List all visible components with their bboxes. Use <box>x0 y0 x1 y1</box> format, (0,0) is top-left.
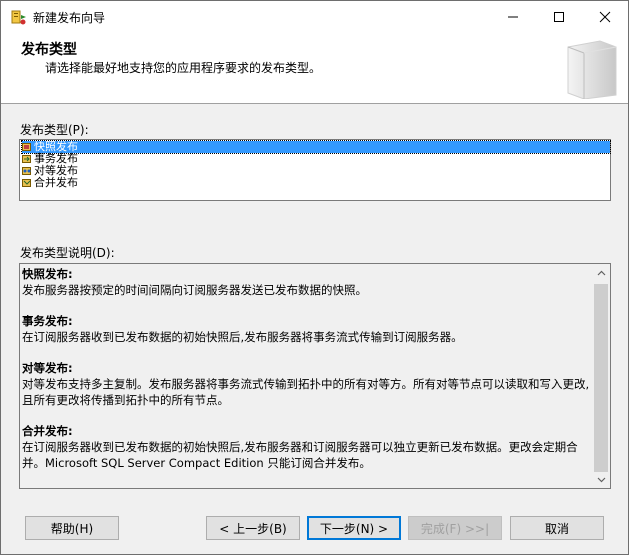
page-description: 请选择能最好地支持您的应用程序要求的发布类型。 <box>45 61 322 75</box>
list-item-peer-to-peer-publication[interactable]: 对等发布 <box>22 165 610 177</box>
publication-type-description-label: 发布类型说明(D): <box>20 246 115 260</box>
description-section-transactional: 事务发布: 在订阅服务器收到已发布数据的初始快照后,发布服务器将事务流式传输到订… <box>22 313 592 345</box>
merge-publication-icon <box>22 179 31 187</box>
publication-type-listbox[interactable]: 快照发布 事务发布 对等发布 合并发布 <box>19 139 611 201</box>
scroll-down-button[interactable] <box>593 471 610 488</box>
transactional-publication-icon <box>22 155 31 163</box>
close-icon <box>599 11 611 23</box>
wizard-window: 新建发布向导 发布类型 请选择能最好地支持您的应用程序要求的发布类型。 发布类型… <box>0 0 629 555</box>
description-scrollbar[interactable] <box>593 264 610 488</box>
help-button[interactable]: 帮助(H) <box>25 516 119 540</box>
description-heading: 对等发布: <box>22 361 73 375</box>
back-button[interactable]: < 上一步(B) <box>206 516 300 540</box>
description-heading: 合并发布: <box>22 424 73 438</box>
cancel-button[interactable]: 取消 <box>510 516 604 540</box>
description-body: 在订阅服务器收到已发布数据的初始快照后,发布服务器和订阅服务器可以独立更新已发布… <box>22 440 578 470</box>
description-heading: 快照发布: <box>22 267 73 281</box>
description-section-merge: 合并发布: 在订阅服务器收到已发布数据的初始快照后,发布服务器和订阅服务器可以独… <box>22 423 592 471</box>
list-item-merge-publication[interactable]: 合并发布 <box>22 177 610 189</box>
maximize-icon <box>554 12 564 22</box>
snapshot-publication-icon <box>22 143 31 151</box>
peer-to-peer-publication-icon <box>22 167 31 175</box>
minimize-icon <box>508 16 518 18</box>
chevron-down-icon <box>597 477 606 482</box>
list-item-label: 合并发布 <box>34 176 78 189</box>
page-title: 发布类型 <box>21 42 77 58</box>
chevron-up-icon <box>597 270 606 275</box>
description-section-peer-to-peer: 对等发布: 对等发布支持多主复制。发布服务器将事务流式传输到拓扑中的所有对等方。… <box>22 360 592 408</box>
description-section-snapshot: 快照发布: 发布服务器按预定的时间间隔向订阅服务器发送已发布数据的快照。 <box>22 266 592 298</box>
finish-button[interactable]: 完成(F) >>| <box>408 516 502 540</box>
publication-type-label: 发布类型(P): <box>20 123 89 137</box>
wizard-header: 发布类型 请选择能最好地支持您的应用程序要求的发布类型。 <box>1 33 628 104</box>
close-button[interactable] <box>582 1 628 33</box>
publication-type-description-box[interactable]: 快照发布: 发布服务器按预定的时间间隔向订阅服务器发送已发布数据的快照。 事务发… <box>19 263 611 489</box>
list-item-transactional-publication[interactable]: 事务发布 <box>22 153 610 165</box>
description-body: 对等发布支持多主复制。发布服务器将事务流式传输到拓扑中的所有对等方。所有对等节点… <box>22 377 590 407</box>
description-body: 在订阅服务器收到已发布数据的初始快照后,发布服务器将事务流式传输到订阅服务器。 <box>22 330 463 344</box>
description-body: 发布服务器按预定的时间间隔向订阅服务器发送已发布数据的快照。 <box>22 283 367 297</box>
next-button[interactable]: 下一步(N) > <box>307 516 401 540</box>
title-bar[interactable]: 新建发布向导 <box>1 1 628 33</box>
window-title: 新建发布向导 <box>33 11 106 25</box>
scroll-thumb[interactable] <box>594 284 608 472</box>
scroll-up-button[interactable] <box>593 264 610 281</box>
description-heading: 事务发布: <box>22 314 73 328</box>
database-server-graphic-icon <box>567 40 617 99</box>
minimize-button[interactable] <box>490 1 536 33</box>
wizard-app-icon <box>11 10 26 25</box>
description-content: 快照发布: 发布服务器按预定的时间间隔向订阅服务器发送已发布数据的快照。 事务发… <box>22 266 592 486</box>
maximize-button[interactable] <box>536 1 582 33</box>
list-item-snapshot-publication[interactable]: 快照发布 <box>21 140 611 154</box>
